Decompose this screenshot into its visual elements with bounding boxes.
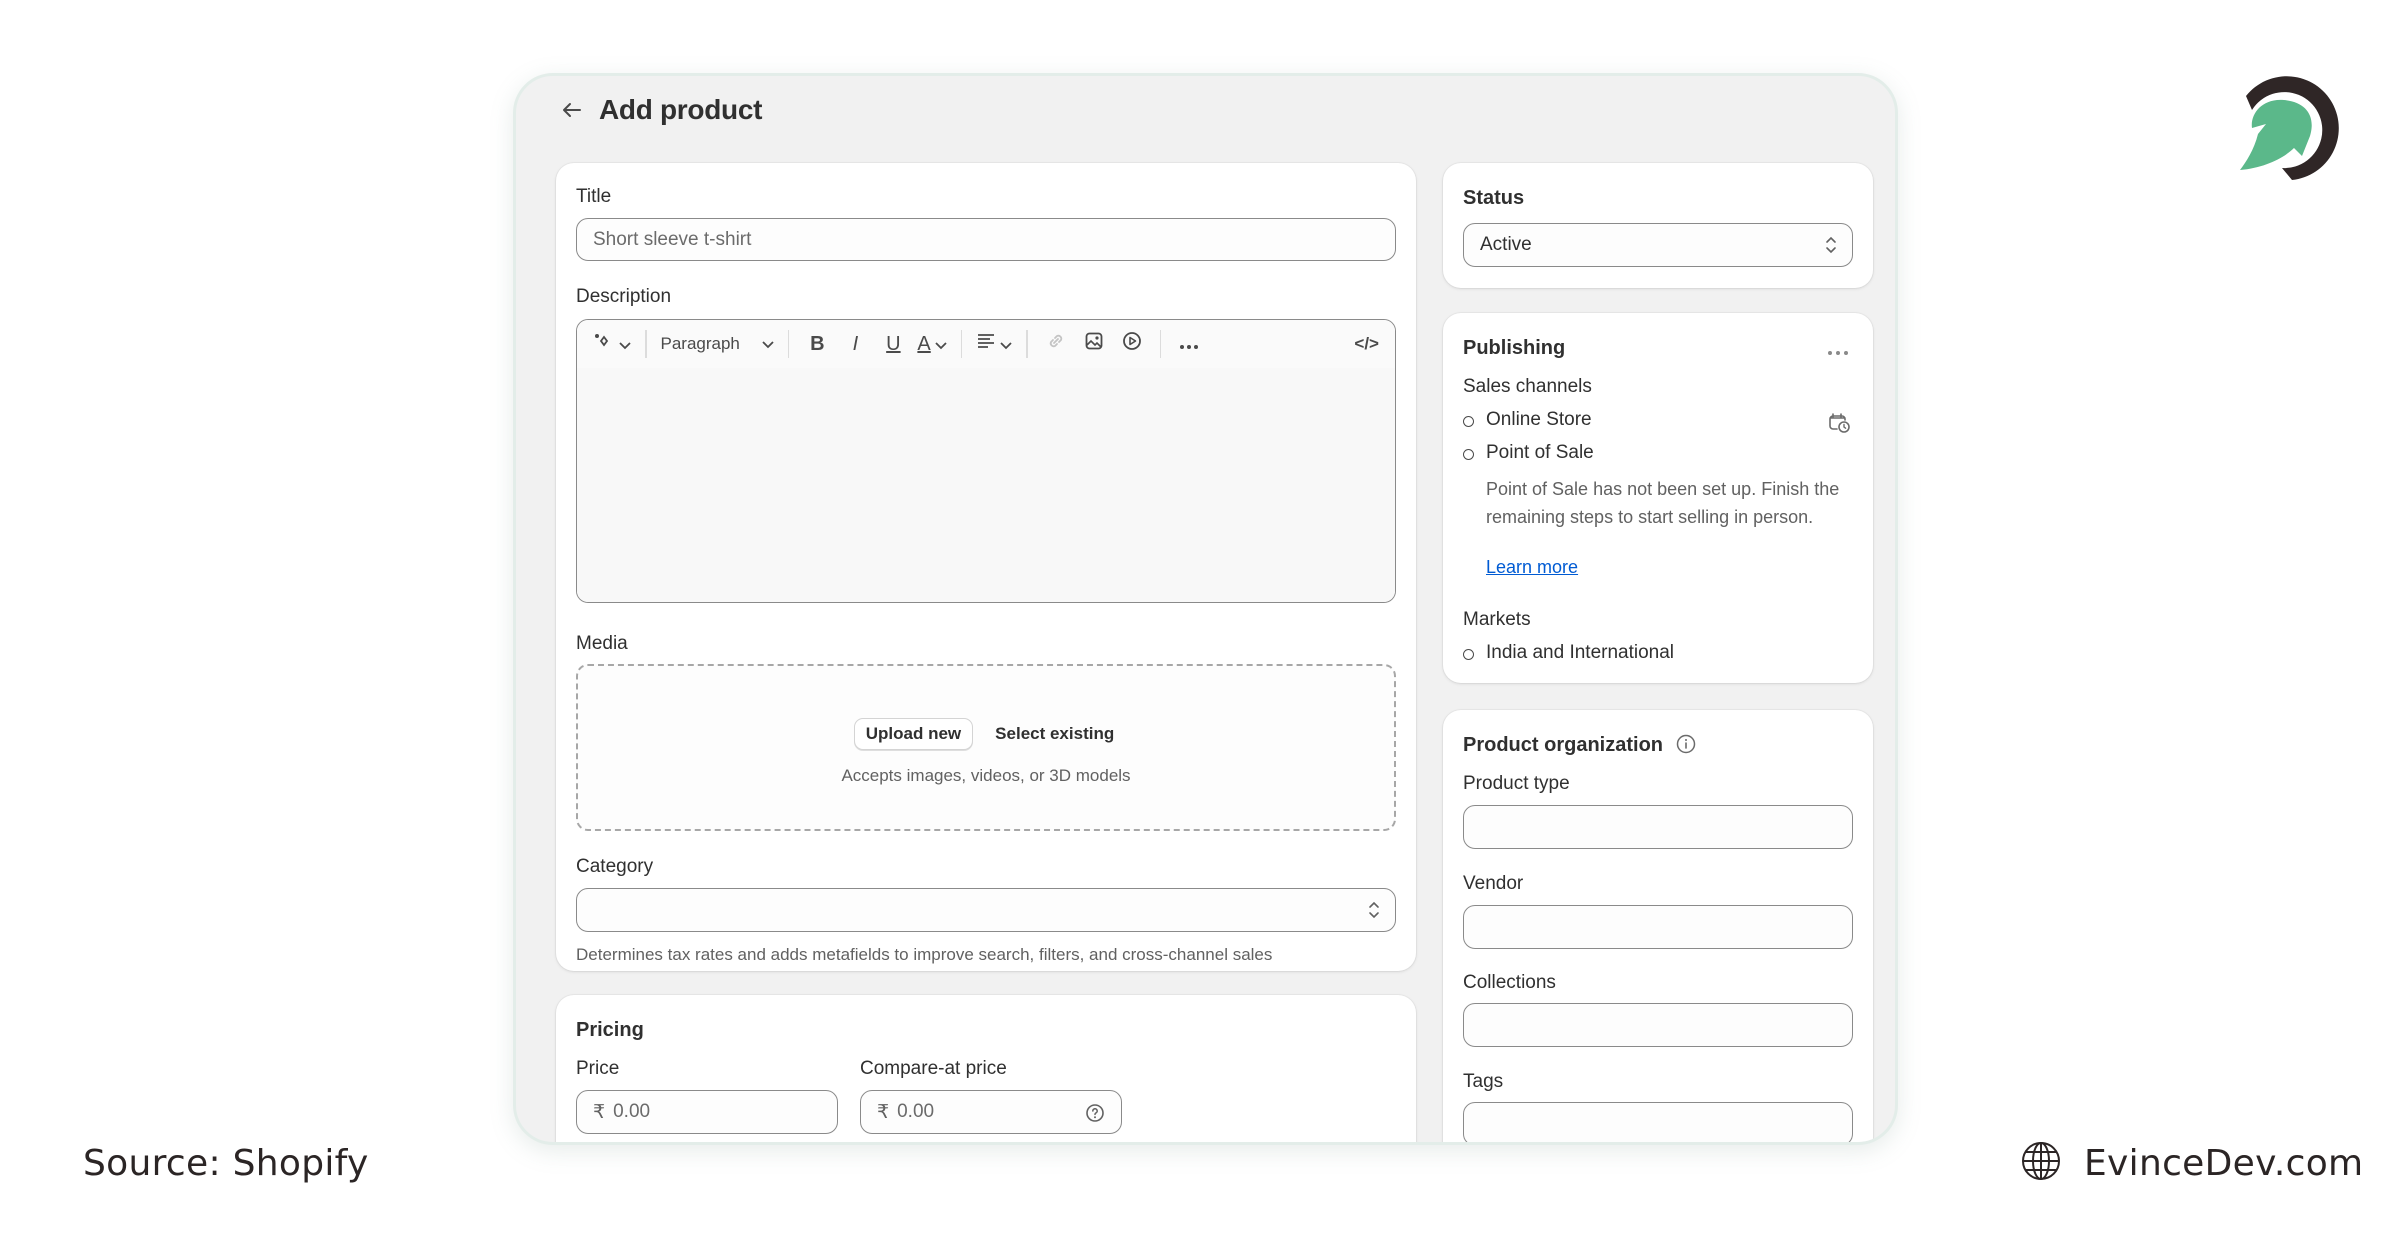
- status-heading: Status: [1463, 187, 1525, 209]
- product-organization-heading: Product organization: [1463, 734, 1663, 756]
- align-left-icon: [976, 332, 996, 356]
- link-icon: [1046, 331, 1066, 357]
- question-circle-icon[interactable]: [1085, 1103, 1105, 1129]
- editor-toolbar: Paragraph B I U A </>: [577, 320, 1395, 368]
- chevron-down-icon: [619, 333, 631, 356]
- title-input[interactable]: Short sleeve t-shirt: [576, 218, 1396, 261]
- more-formatting-button[interactable]: [1175, 329, 1203, 359]
- media-actions: Upload new Select existing: [578, 718, 1394, 750]
- italic-button[interactable]: I: [841, 329, 869, 359]
- description-textarea[interactable]: [577, 368, 1395, 602]
- price-label: Price: [576, 1058, 620, 1079]
- align-button[interactable]: [976, 329, 1012, 359]
- chevron-down-icon: [935, 333, 947, 356]
- channel-online-store: Online Store: [1486, 409, 1592, 430]
- bold-button[interactable]: B: [803, 329, 831, 359]
- paragraph-select[interactable]: Paragraph: [661, 329, 774, 359]
- status-select[interactable]: Active: [1463, 223, 1853, 267]
- brand-logo: [2232, 70, 2342, 185]
- play-circle-icon: [1122, 331, 1142, 357]
- market-india-international: India and International: [1486, 642, 1675, 663]
- compare-currency: ₹: [877, 1101, 890, 1123]
- show-html-button[interactable]: </>: [1354, 329, 1379, 359]
- category-select[interactable]: [576, 888, 1396, 932]
- sparkle-icon: [593, 331, 613, 357]
- category-label: Category: [576, 856, 654, 877]
- collections-label: Collections: [1463, 972, 1556, 993]
- product-type-input[interactable]: [1463, 805, 1853, 849]
- product-details-card: Title Short sleeve t-shirt Description P…: [556, 163, 1416, 971]
- chevron-down-icon: [762, 334, 774, 354]
- page-header: Add product: [559, 90, 762, 130]
- media-label: Media: [576, 633, 628, 654]
- text-color-label: A: [917, 332, 931, 355]
- product-organization-card: Product organization Product type Vendor…: [1443, 710, 1873, 1142]
- publishing-card: Publishing Sales channels Online Store P…: [1443, 313, 1873, 683]
- title-label: Title: [576, 186, 612, 207]
- pricing-card: Pricing Price ₹ 0.00 Compare-at price ₹ …: [556, 995, 1416, 1142]
- media-dropzone[interactable]: Upload new Select existing Accepts image…: [576, 664, 1396, 831]
- text-color-button[interactable]: A: [917, 329, 947, 359]
- insert-video-button[interactable]: [1118, 329, 1146, 359]
- description-editor: Paragraph B I U A </>: [576, 319, 1396, 603]
- vendor-label: Vendor: [1463, 873, 1524, 894]
- price-input[interactable]: ₹ 0.00: [576, 1090, 838, 1134]
- market-status-icon: [1463, 649, 1474, 660]
- website-text: EvinceDev.com: [2084, 1143, 2364, 1184]
- vendor-input[interactable]: [1463, 905, 1853, 949]
- learn-more-link[interactable]: Learn more: [1486, 557, 1578, 578]
- info-circle-icon[interactable]: [1675, 733, 1697, 760]
- upload-new-button[interactable]: Upload new: [853, 718, 974, 750]
- title-placeholder: Short sleeve t-shirt: [593, 228, 752, 250]
- select-existing-button[interactable]: Select existing: [991, 719, 1118, 749]
- status-card: Status Active: [1443, 163, 1873, 288]
- paragraph-select-label: Paragraph: [660, 334, 740, 353]
- globe-icon: [2020, 1140, 2062, 1187]
- calendar-clock-icon[interactable]: [1827, 410, 1851, 439]
- source-caption: Source: Shopify: [83, 1143, 369, 1184]
- price-placeholder: 0.00: [613, 1101, 651, 1122]
- website-caption: EvinceDev.com: [2020, 1140, 2363, 1187]
- category-help-text: Determines tax rates and adds metafields…: [576, 945, 1273, 964]
- markets-label: Markets: [1463, 609, 1531, 630]
- chevron-down-icon: [1000, 333, 1012, 356]
- underline-button[interactable]: U: [879, 329, 907, 359]
- compare-at-price-input[interactable]: ₹ 0.00: [860, 1090, 1122, 1134]
- channel-status-icon: [1463, 449, 1474, 460]
- more-horizontal-icon[interactable]: [1827, 343, 1849, 361]
- image-icon: [1084, 331, 1104, 357]
- price-currency: ₹: [593, 1101, 606, 1123]
- media-help-text: Accepts images, videos, or 3D models: [841, 766, 1131, 785]
- select-arrows-icon: [1824, 234, 1838, 256]
- channel-status-icon: [1463, 416, 1474, 427]
- arrow-left-icon[interactable]: [559, 97, 585, 123]
- toolbar-divider: [960, 330, 963, 358]
- compare-placeholder: 0.00: [897, 1101, 935, 1122]
- toolbar-divider: [645, 330, 647, 358]
- app-window: Add product Title Short sleeve t-shirt D…: [513, 73, 1898, 1145]
- toolbar-divider: [1026, 330, 1028, 358]
- select-arrows-icon: [1367, 899, 1381, 921]
- insert-image-button[interactable]: [1080, 329, 1108, 359]
- page-title: Add product: [599, 94, 763, 125]
- ai-generate-button[interactable]: [593, 329, 631, 359]
- compare-at-price-label: Compare-at price: [860, 1058, 1007, 1079]
- channel-point-of-sale: Point of Sale: [1486, 442, 1594, 463]
- publishing-heading: Publishing: [1463, 337, 1566, 359]
- product-type-label: Product type: [1463, 773, 1570, 794]
- link-button[interactable]: [1042, 329, 1070, 359]
- toolbar-divider: [787, 330, 790, 358]
- pricing-heading: Pricing: [576, 1019, 644, 1041]
- pos-setup-note: Point of Sale has not been set up. Finis…: [1486, 479, 1840, 527]
- toolbar-divider: [1159, 330, 1162, 358]
- collections-input[interactable]: [1463, 1003, 1853, 1047]
- status-selected-value: Active: [1480, 234, 1532, 255]
- more-horizontal-icon: [1179, 333, 1199, 356]
- description-label: Description: [576, 286, 672, 307]
- tags-input[interactable]: [1463, 1102, 1853, 1142]
- tags-label: Tags: [1463, 1071, 1504, 1092]
- sales-channels-label: Sales channels: [1463, 376, 1592, 397]
